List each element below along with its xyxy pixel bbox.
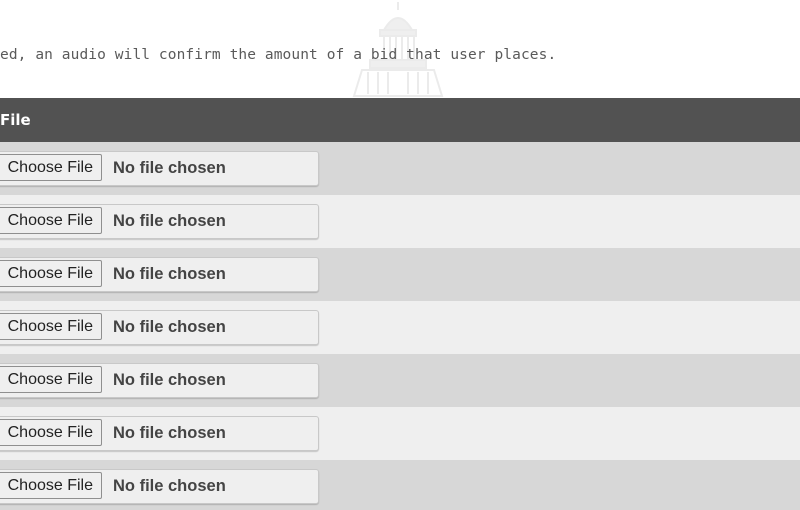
file-status-text: No file chosen (113, 424, 226, 442)
file-input[interactable]: Choose File No file chosen (0, 310, 319, 345)
file-input[interactable]: Choose File No file chosen (0, 151, 319, 186)
file-status-text: No file chosen (113, 212, 226, 230)
file-input[interactable]: Choose File No file chosen (0, 363, 319, 398)
table-row: Choose File No file chosen (0, 142, 800, 195)
file-input[interactable]: Choose File No file chosen (0, 469, 319, 504)
file-upload-table: File Choose File No file chosen Choose F… (0, 98, 800, 510)
table-row: Choose File No file chosen (0, 407, 800, 460)
file-status-text: No file chosen (113, 318, 226, 336)
choose-file-button[interactable]: Choose File (0, 260, 102, 287)
choose-file-button[interactable]: Choose File (0, 154, 102, 181)
choose-file-button[interactable]: Choose File (0, 366, 102, 393)
table-row: Choose File No file chosen (0, 354, 800, 407)
choose-file-button[interactable]: Choose File (0, 207, 102, 234)
file-status-text: No file chosen (113, 477, 226, 495)
choose-file-button[interactable]: Choose File (0, 313, 102, 340)
file-status-text: No file chosen (113, 371, 226, 389)
file-input[interactable]: Choose File No file chosen (0, 204, 319, 239)
page: ed, an audio will confirm the amount of … (0, 0, 800, 510)
choose-file-button[interactable]: Choose File (0, 472, 102, 499)
table-row: Choose File No file chosen (0, 195, 800, 248)
file-status-text: No file chosen (113, 265, 226, 283)
file-input[interactable]: Choose File No file chosen (0, 257, 319, 292)
table-header-file: File (0, 98, 800, 142)
file-status-text: No file chosen (113, 159, 226, 177)
file-input[interactable]: Choose File No file chosen (0, 416, 319, 451)
intro-text: ed, an audio will confirm the amount of … (0, 47, 557, 63)
table-row: Choose File No file chosen (0, 301, 800, 354)
table-row: Choose File No file chosen (0, 248, 800, 301)
choose-file-button[interactable]: Choose File (0, 419, 102, 446)
table-row: Choose File No file chosen (0, 460, 800, 510)
